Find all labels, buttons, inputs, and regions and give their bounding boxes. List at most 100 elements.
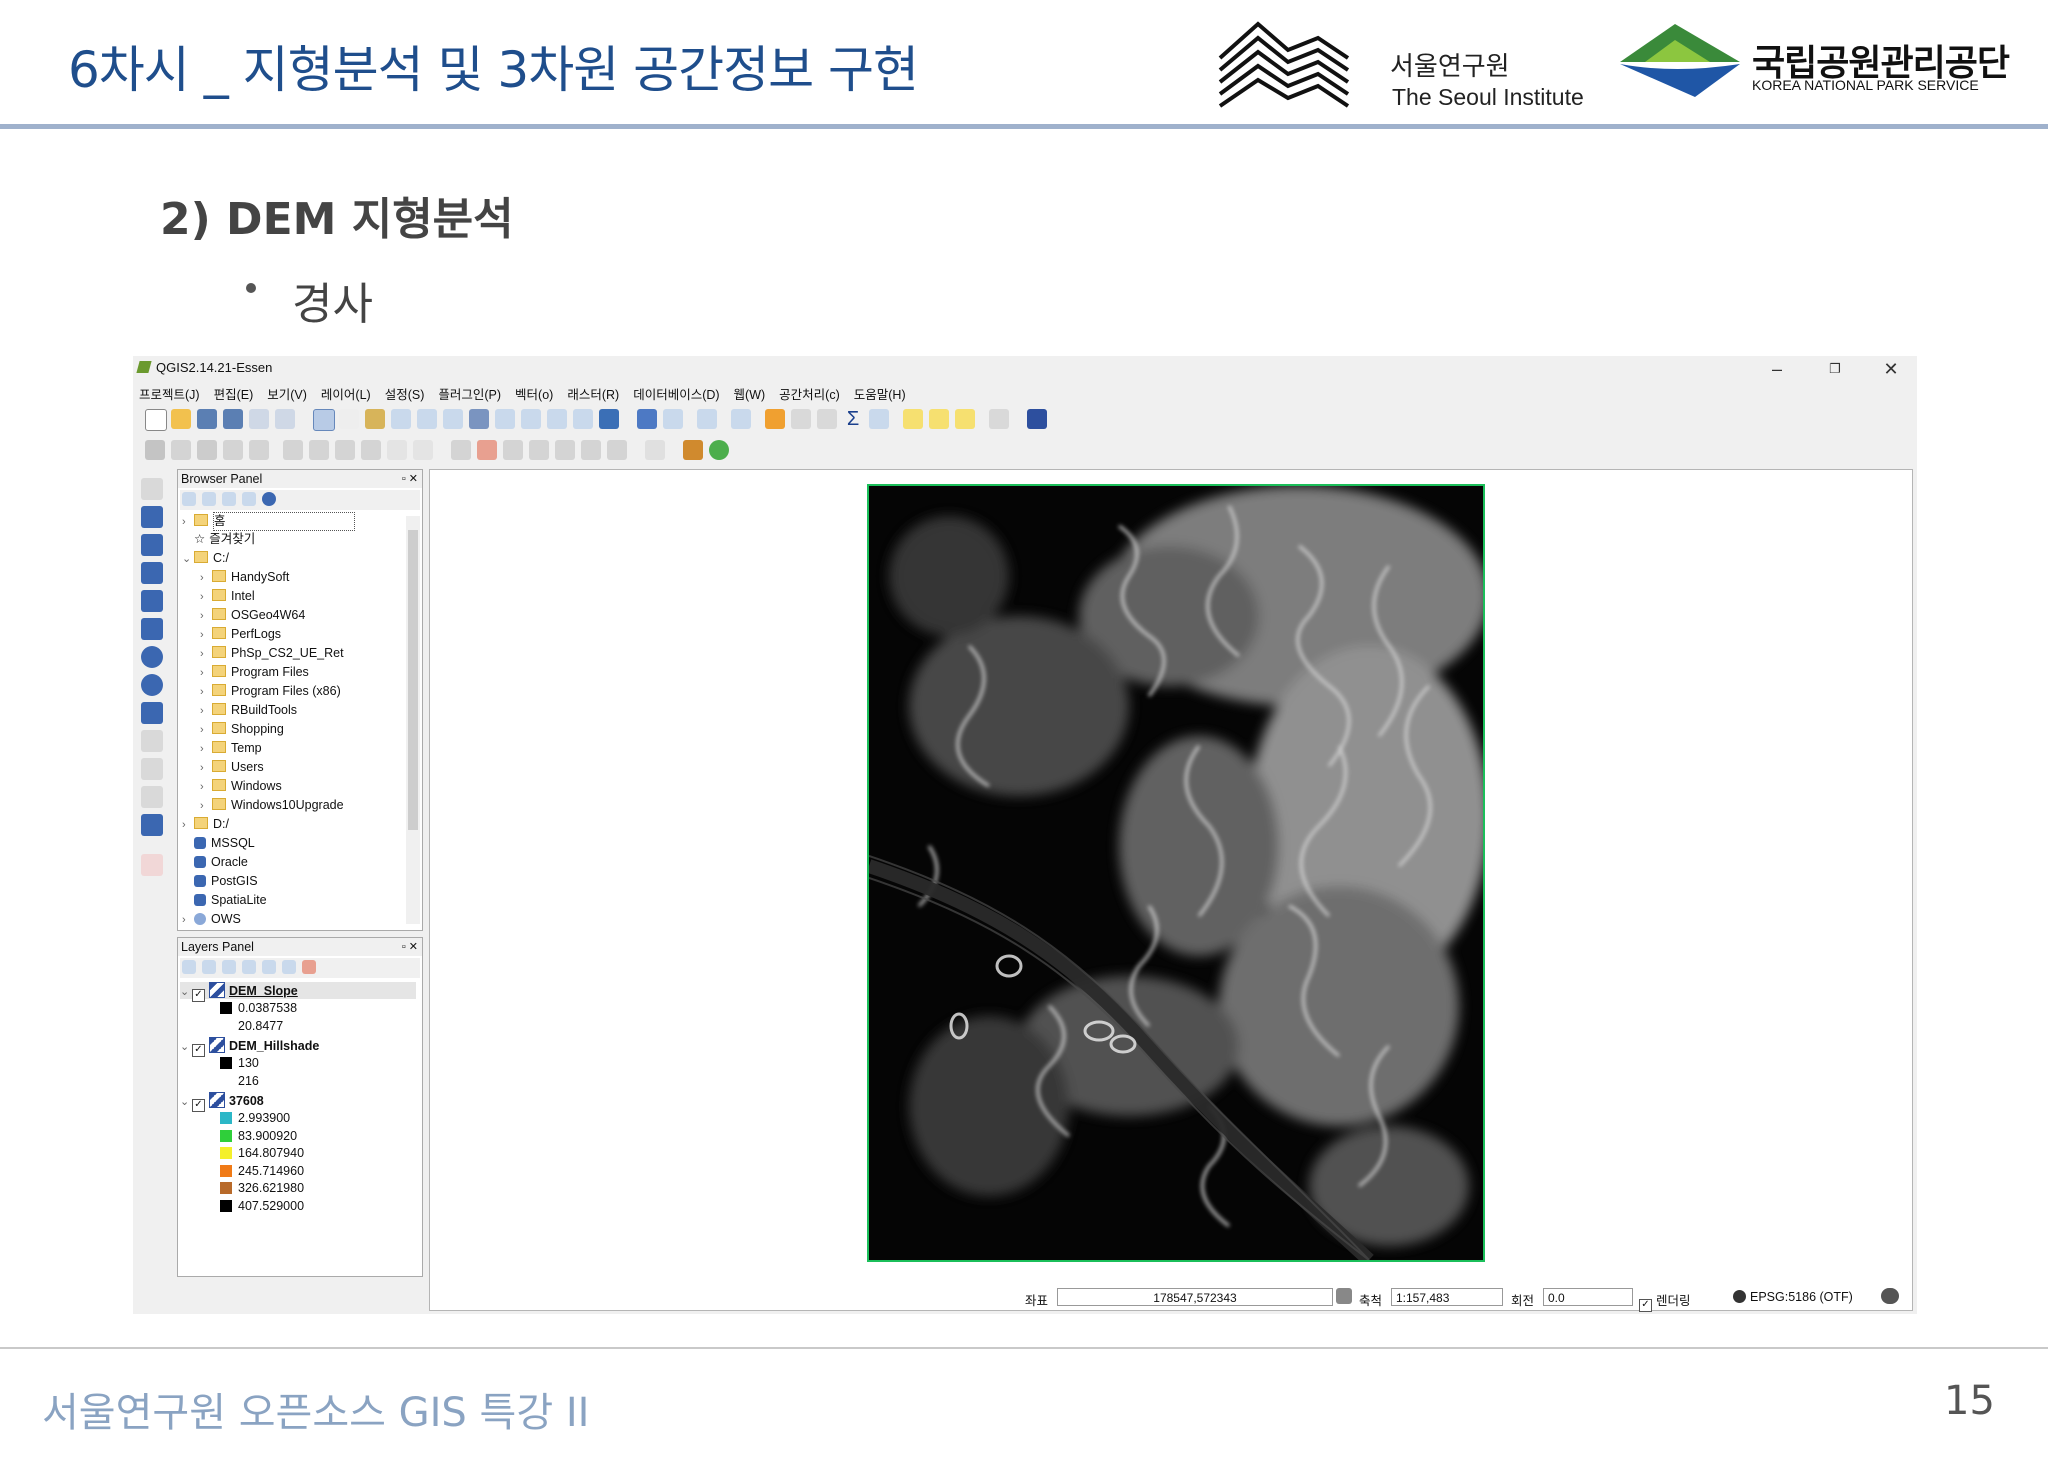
- chevron-right-icon[interactable]: ›: [200, 646, 212, 663]
- chevron-right-icon[interactable]: ›: [200, 779, 212, 796]
- refresh-icon[interactable]: [599, 409, 619, 429]
- browser-item[interactable]: MSSQL: [182, 835, 255, 852]
- current-edits-icon[interactable]: [145, 440, 165, 460]
- chevron-right-icon[interactable]: ›: [200, 570, 212, 587]
- label-icon[interactable]: [451, 440, 471, 460]
- browser-item[interactable]: › Program Files: [200, 664, 309, 681]
- add-wcs-server-icon[interactable]: [141, 854, 163, 876]
- cut-features-icon[interactable]: [361, 440, 381, 460]
- chevron-right-icon[interactable]: ›: [182, 514, 194, 531]
- globe-plugin-icon[interactable]: [709, 440, 729, 460]
- new-project-icon[interactable]: [145, 409, 167, 431]
- filter-browser-icon[interactable]: [222, 492, 236, 506]
- save-project-icon[interactable]: [197, 409, 217, 429]
- menu-web[interactable]: 웹(W): [734, 388, 766, 402]
- composer-manager-icon[interactable]: [275, 409, 295, 429]
- browser-item[interactable]: › 홈: [182, 512, 355, 531]
- save-as-icon[interactable]: [223, 409, 243, 429]
- layer-row[interactable]: ⌄ ✓ DEM_Hillshade: [180, 1037, 319, 1057]
- properties-icon[interactable]: [262, 492, 276, 506]
- toggle-editing-icon[interactable]: [171, 440, 191, 460]
- zoom-last-icon[interactable]: [547, 409, 567, 429]
- attribute-table-icon[interactable]: [791, 409, 811, 429]
- statistics-sigma-icon[interactable]: Σ: [843, 409, 863, 429]
- new-spatialite-icon[interactable]: [141, 814, 163, 836]
- zoom-in-icon[interactable]: [391, 409, 411, 429]
- chevron-right-icon[interactable]: ›: [200, 684, 212, 701]
- browser-item[interactable]: › OWS: [182, 911, 241, 928]
- collapse-all-layers-icon[interactable]: [282, 960, 296, 974]
- zoom-next-icon[interactable]: [573, 409, 593, 429]
- csw-icon[interactable]: [645, 440, 665, 460]
- browser-item[interactable]: ⌄ C:/: [182, 550, 229, 567]
- minimize-button[interactable]: –: [1755, 356, 1799, 382]
- menu-processing[interactable]: 공간처리(c): [779, 388, 840, 402]
- coordinate-field[interactable]: 178547,572343: [1057, 1288, 1333, 1306]
- browser-item[interactable]: › D:/: [182, 816, 229, 833]
- zoom-to-selection-icon[interactable]: [495, 409, 515, 429]
- chevron-right-icon[interactable]: ›: [200, 741, 212, 758]
- filter-legend-icon[interactable]: [222, 960, 236, 974]
- deselect-icon[interactable]: [697, 409, 717, 429]
- maximize-button[interactable]: ❐: [1813, 356, 1857, 382]
- browser-item[interactable]: › Windows10Upgrade: [200, 797, 344, 814]
- chevron-right-icon[interactable]: ›: [200, 608, 212, 625]
- zoom-to-layer-icon[interactable]: [521, 409, 541, 429]
- menu-edit[interactable]: 편집(E): [214, 388, 254, 402]
- close-button[interactable]: ✕: [1869, 356, 1913, 382]
- render-checkbox[interactable]: ✓ 렌더링: [1639, 1290, 1691, 1312]
- annotation-dropdown-icon[interactable]: [989, 409, 1009, 429]
- rotate-label-icon[interactable]: [581, 440, 601, 460]
- menu-plugins[interactable]: 플러그인(P): [438, 388, 501, 402]
- chevron-right-icon[interactable]: ›: [200, 589, 212, 606]
- add-feature-icon[interactable]: [223, 440, 243, 460]
- chevron-right-icon[interactable]: ›: [200, 722, 212, 739]
- toggle-extents-icon[interactable]: [1336, 1288, 1352, 1304]
- add-oracle-layer-icon[interactable]: [141, 618, 163, 640]
- layer-visibility-checkbox[interactable]: ✓: [192, 1044, 205, 1057]
- rotation-spinbox[interactable]: 0.0: [1543, 1288, 1633, 1306]
- show-hide-labels-icon[interactable]: [529, 440, 549, 460]
- expand-all-icon[interactable]: [262, 960, 276, 974]
- select-features-icon[interactable]: [663, 409, 683, 429]
- add-mssql-layer-icon[interactable]: [141, 590, 163, 612]
- layer-visibility-checkbox[interactable]: ✓: [192, 1099, 205, 1112]
- add-delimited-text-icon[interactable]: [141, 730, 163, 752]
- add-wcs-layer-icon[interactable]: [141, 674, 163, 696]
- chevron-right-icon[interactable]: ›: [200, 798, 212, 815]
- identify-icon[interactable]: [637, 409, 657, 429]
- bookmark-icon[interactable]: [929, 409, 949, 429]
- browser-item[interactable]: › Windows: [200, 778, 282, 795]
- add-raster-layer-icon[interactable]: [141, 506, 163, 528]
- map-tips-icon[interactable]: [903, 409, 923, 429]
- field-calculator-icon[interactable]: [817, 409, 837, 429]
- delete-selected-icon[interactable]: [335, 440, 355, 460]
- menu-layer[interactable]: 레이어(L): [321, 388, 371, 402]
- chevron-right-icon[interactable]: ›: [182, 817, 194, 834]
- chevron-right-icon[interactable]: ›: [200, 665, 212, 682]
- browser-item[interactable]: › HandySoft: [200, 569, 289, 586]
- node-editor-icon[interactable]: [309, 440, 329, 460]
- node-tool-icon[interactable]: [249, 440, 269, 460]
- remove-layer-icon[interactable]: [302, 960, 316, 974]
- browser-item[interactable]: › Intel: [200, 588, 255, 605]
- browser-item[interactable]: ☆ 즐겨찾기: [182, 531, 255, 548]
- chevron-right-icon[interactable]: ›: [182, 912, 194, 929]
- layer-visibility-checkbox[interactable]: ✓: [192, 989, 205, 1002]
- browser-item[interactable]: › OSGeo4W64: [200, 607, 305, 624]
- chevron-down-icon[interactable]: ⌄: [180, 1039, 192, 1056]
- panel-float-close-icon[interactable]: ▫ ✕: [402, 470, 418, 488]
- deselect-all-icon[interactable]: [765, 409, 785, 429]
- move-feature-icon[interactable]: [283, 440, 303, 460]
- browser-item[interactable]: › RBuildTools: [200, 702, 297, 719]
- browser-item[interactable]: › PhSp_CS2_UE_Ret: [200, 645, 344, 662]
- chevron-down-icon[interactable]: ⌄: [182, 551, 194, 568]
- menu-view[interactable]: 보기(V): [267, 388, 307, 402]
- crs-status[interactable]: EPSG:5186 (OTF): [1733, 1290, 1853, 1304]
- change-label-icon[interactable]: [607, 440, 627, 460]
- add-vector-layer-icon[interactable]: [141, 478, 163, 500]
- menu-raster[interactable]: 래스터(R): [567, 388, 619, 402]
- panel-float-close-icon[interactable]: ▫ ✕: [402, 938, 418, 956]
- pan-to-selection-icon[interactable]: [365, 409, 385, 429]
- browser-item[interactable]: › Users: [200, 759, 264, 776]
